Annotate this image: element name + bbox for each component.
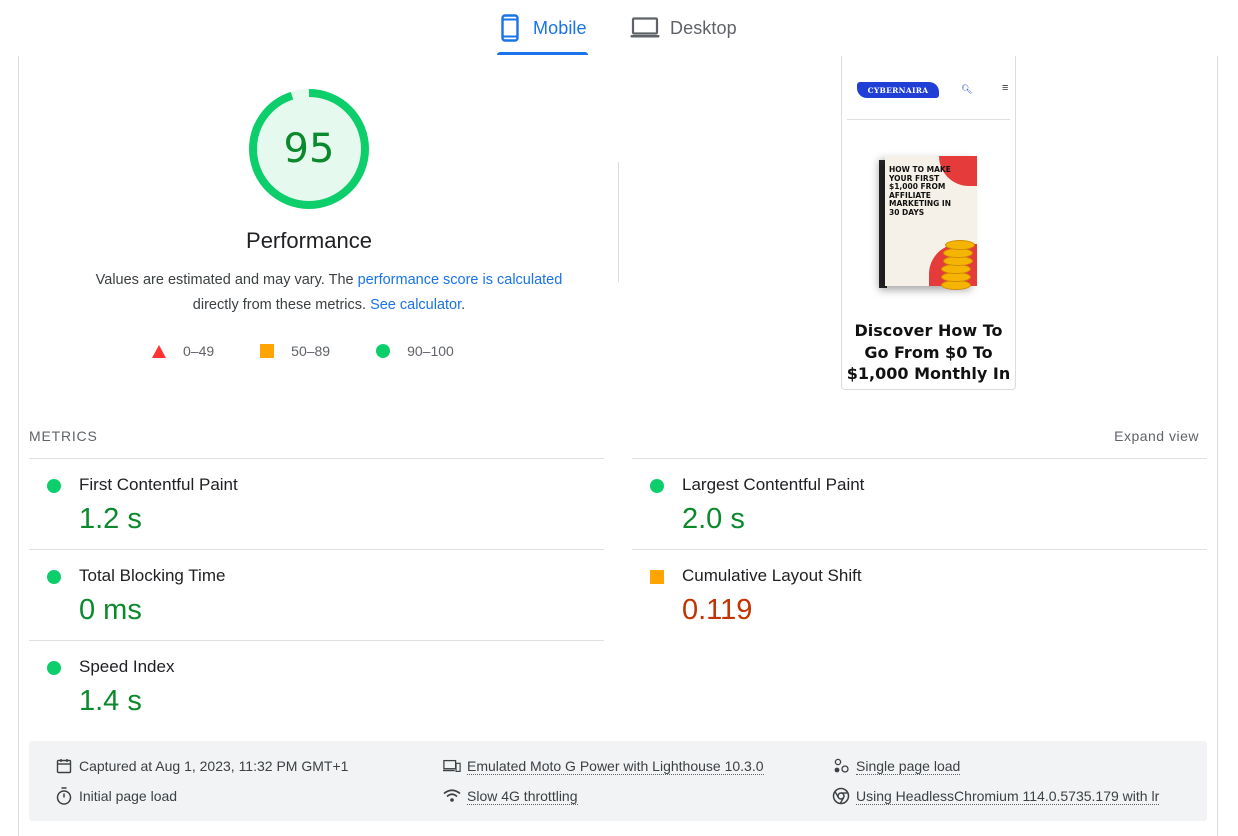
- orange-square-icon: [260, 344, 275, 358]
- score-description: Values are estimated and may vary. The p…: [59, 268, 599, 318]
- nodes-icon: [832, 757, 850, 775]
- desc-prefix: Values are estimated and may vary. The: [95, 272, 358, 288]
- metrics-header: METRICS Expand view: [29, 428, 1209, 458]
- captured-text: Captured at Aug 1, 2023, 11:32 PM GMT+1: [79, 758, 349, 774]
- chrome-icon: [832, 787, 850, 805]
- metric-label: Largest Contentful Paint: [682, 475, 865, 494]
- tab-desktop[interactable]: Desktop: [630, 0, 750, 56]
- metric-value: 0 ms: [79, 594, 142, 626]
- screenshot-header: CYBERNAIRA 🔍︎ ≡: [847, 56, 1010, 120]
- browser-text: Using HeadlessChromium 114.0.5735.179 wi…: [856, 787, 1160, 805]
- tab-mobile-label: Mobile: [533, 17, 587, 38]
- device-tabs: Mobile Desktop: [0, 0, 1238, 56]
- brand-logo: CYBERNAIRA: [857, 82, 939, 98]
- runtime-device[interactable]: Emulated Moto G Power with Lighthouse 10…: [443, 757, 764, 775]
- runtime-settings: Captured at Aug 1, 2023, 11:32 PM GMT+1 …: [29, 741, 1207, 821]
- metric-first-contentful-paint: First Contentful Paint 1.2 s: [29, 458, 604, 549]
- metric-label: First Contentful Paint: [79, 475, 238, 494]
- timer-icon: [55, 787, 73, 805]
- tab-desktop-label: Desktop: [670, 17, 737, 38]
- smartphone-icon: [497, 13, 523, 43]
- device-text: Emulated Moto G Power with Lighthouse 10…: [467, 757, 764, 775]
- legend-range: 90–100: [407, 343, 454, 359]
- metric-value: 2.0 s: [682, 503, 745, 535]
- legend-range: 0–49: [183, 343, 215, 359]
- metric-value: 0.119: [682, 594, 753, 626]
- throttling-text: Slow 4G throttling: [467, 787, 578, 805]
- runtime-single-load[interactable]: Single page load: [832, 757, 961, 775]
- red-triangle-icon: [152, 344, 166, 358]
- runtime-initial-load: Initial page load: [55, 787, 177, 805]
- runtime-throttling[interactable]: Slow 4G throttling: [443, 787, 578, 805]
- green-circle-icon: [47, 479, 61, 493]
- metric-total-blocking-time: Total Blocking Time 0 ms: [29, 549, 604, 640]
- score-calculated-link[interactable]: performance score is calculated: [358, 272, 563, 288]
- metric-value: 1.4 s: [79, 685, 142, 717]
- network-wifi-icon: [443, 787, 461, 805]
- metric-label: Total Blocking Time: [79, 566, 226, 585]
- score-legend: 0–49 50–89 90–100: [152, 343, 500, 359]
- metric-value: 1.2 s: [79, 503, 142, 535]
- calendar-icon: [55, 757, 73, 775]
- orange-square-icon: [650, 570, 664, 584]
- see-calculator-link[interactable]: See calculator: [370, 297, 461, 313]
- metric-largest-contentful-paint: Largest Contentful Paint 2.0 s: [632, 458, 1207, 549]
- desc-suffix: .: [461, 297, 466, 313]
- green-circle-icon: [47, 570, 61, 584]
- metrics-title: METRICS: [29, 428, 98, 444]
- initial-load-text: Initial page load: [79, 788, 178, 804]
- search-icon: 🔍︎: [961, 84, 973, 94]
- page-screenshot: CYBERNAIRA 🔍︎ ≡ HOW TO MAKE YOUR FIRST $…: [841, 56, 1016, 390]
- runtime-browser[interactable]: Using HeadlessChromium 114.0.5735.179 wi…: [832, 787, 1160, 805]
- tab-mobile[interactable]: Mobile: [497, 0, 588, 56]
- desktop-icon: [630, 13, 660, 43]
- runtime-captured: Captured at Aug 1, 2023, 11:32 PM GMT+1: [55, 757, 348, 775]
- metric-label: Cumulative Layout Shift: [682, 566, 862, 585]
- performance-score: 95: [283, 126, 335, 172]
- legend-item-poor: 0–49: [152, 343, 214, 359]
- book-title: HOW TO MAKE YOUR FIRST $1,000 FROM AFFIL…: [889, 165, 951, 217]
- green-circle-icon: [47, 661, 61, 675]
- desc-middle: directly from these metrics.: [192, 297, 371, 313]
- section-divider: [618, 162, 619, 282]
- report-card: 95 Performance Values are estimated and …: [18, 56, 1218, 836]
- devices-icon: [443, 757, 461, 775]
- legend-item-average: 50–89: [260, 343, 330, 359]
- ebook-cover-image: HOW TO MAKE YOUR FIRST $1,000 FROM AFFIL…: [869, 152, 989, 294]
- active-tab-indicator: [497, 52, 588, 55]
- metric-cumulative-layout-shift: Cumulative Layout Shift 0.119: [632, 549, 1207, 640]
- legend-range: 50–89: [291, 343, 331, 359]
- hamburger-menu-icon: ≡: [1002, 82, 1009, 94]
- green-circle-icon: [376, 344, 391, 358]
- metric-label: Speed Index: [79, 657, 175, 676]
- legend-item-good: 90–100: [376, 343, 454, 359]
- green-circle-icon: [650, 479, 664, 493]
- screenshot-headline: Discover How To Go From $0 To $1,000 Mon…: [846, 321, 1011, 383]
- single-load-text: Single page load: [856, 757, 961, 775]
- expand-view-button[interactable]: Expand view: [1114, 428, 1199, 444]
- metric-speed-index: Speed Index 1.4 s: [29, 640, 604, 731]
- performance-gauge: 95: [248, 88, 370, 210]
- performance-title: Performance: [246, 228, 372, 253]
